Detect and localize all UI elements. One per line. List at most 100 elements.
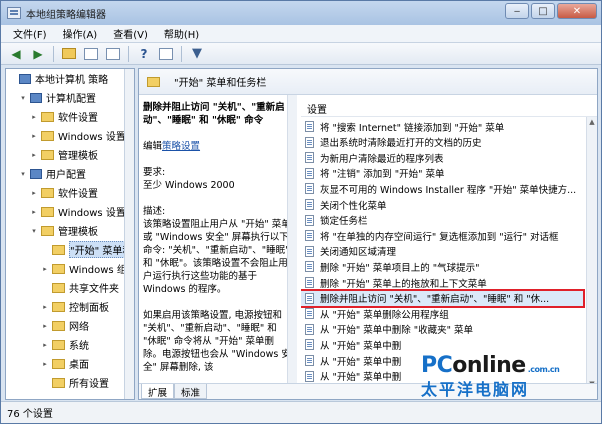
expand-toggle-icon[interactable]: ▸ [30,208,38,216]
expand-toggle-icon[interactable] [8,75,16,83]
export-icon[interactable] [104,45,122,63]
show-hide-tree-icon[interactable] [82,45,100,63]
folder-icon [52,377,65,388]
maximize-button[interactable]: □ [531,3,555,19]
tab-extended[interactable]: 扩展 [141,384,175,399]
setting-row[interactable]: 将 "搜索 Internet" 链接添加到 "开始" 菜单 [301,119,583,134]
tree-item[interactable]: ▾ 计算机配置 [19,90,96,105]
expand-toggle-icon[interactable]: ▸ [41,265,49,273]
expand-toggle-icon[interactable]: ▾ [19,94,27,102]
folder-icon [41,206,54,217]
watermark-domain: .com.cn [527,365,560,374]
tree-item[interactable]: ▸ 软件设置 [30,185,98,200]
setting-row[interactable]: 删除 "开始" 菜单项目上的 "气球提示" [301,259,583,274]
setting-row[interactable]: 关闭通知区域清理 [301,244,583,259]
settings-scrollbar[interactable]: ▲ ▼ [586,117,597,389]
tree-item[interactable]: ▸ 软件设置 [30,109,98,124]
tree-item[interactable]: ▸ 控制面板 [41,299,109,314]
expand-toggle-icon[interactable]: ▸ [41,360,49,368]
expand-toggle-icon[interactable]: ▸ [30,189,38,197]
setting-row[interactable]: 退出系统时清除最近打开的文档的历史 [301,135,583,150]
properties-icon[interactable] [157,45,175,63]
setting-row[interactable]: 删除 "开始" 菜单上的拖放和上下文菜单 [301,275,583,290]
tree-pane[interactable]: 本地计算机 策略 ▾ 计算机配置 ▸ 软件设置 ▸ Windows 设置 ▸ 管理模板 ▾ 用户配置… [5,68,135,400]
tree-item-label: 计算机配置 [46,94,96,105]
folder-icon [41,149,54,160]
setting-label: 将 "注销" 添加到 "开始" 菜单 [320,169,445,181]
policy-setting-icon [305,230,314,242]
setting-label: 从 "开始" 菜单删除公用程序组 [320,309,449,321]
tree-item[interactable]: ▸ Windows 设置 [30,128,126,143]
tree-item[interactable]: 所有设置 [41,375,109,390]
expand-toggle-icon[interactable]: ▾ [19,170,27,178]
details-pane: "开始" 菜单和任务栏 删除并阻止访问 "关机"、"重新启动"、"睡眠" 和 "… [138,68,598,400]
tree-item[interactable]: ▸ 管理模板 [30,147,98,162]
menu-action[interactable]: 操作(A) [55,26,106,41]
setting-row[interactable]: 锁定任务栏 [301,213,583,228]
watermark-logo: PConline .com.cn 太平洋电脑网 [421,353,601,417]
tree-scrollbar[interactable] [124,69,134,399]
expand-toggle-icon[interactable]: ▾ [30,227,38,235]
tree-item[interactable]: 本地计算机 策略 [8,71,108,86]
forward-icon[interactable]: ▶ [29,45,47,63]
tree-item[interactable]: "开始" 菜单和任 [41,241,134,258]
expand-toggle-icon[interactable] [41,379,49,387]
policy-setting-icon [305,183,314,195]
window-controls: ‒ □ ✕ [505,3,597,19]
expand-toggle-icon[interactable] [41,246,49,254]
minimize-button[interactable]: ‒ [505,3,529,19]
computer-icon [19,73,31,84]
menu-help[interactable]: 帮助(H) [156,26,207,41]
filter-icon[interactable]: ▼ [188,45,206,63]
up-folder-icon[interactable] [60,45,78,63]
tab-standard[interactable]: 标准 [174,384,208,399]
back-icon[interactable]: ◀ [7,45,25,63]
tree-item[interactable]: ▾ 用户配置 [19,166,86,181]
tree-item[interactable]: ▾ 管理模板 [30,223,98,238]
tree-item[interactable]: 共享文件夹 [41,280,119,295]
policy-setting-icon [305,370,314,382]
menu-view[interactable]: 查看(V) [105,26,156,41]
policy-setting-icon [305,323,314,335]
edit-policy-link[interactable]: 策略设置 [162,141,200,152]
help-icon[interactable]: ? [135,45,153,63]
setting-label: 为新用户清除最近的程序列表 [320,153,444,165]
tree-item[interactable]: ▸ 网络 [41,318,89,333]
tree-item[interactable]: ▸ Windows 设置 [30,204,126,219]
tree-item-label: 管理模板 [58,227,98,238]
setting-row[interactable]: 关闭个性化菜单 [301,197,583,212]
setting-row[interactable]: 从 "开始" 菜单删除公用程序组 [301,306,583,321]
settings-column-header[interactable]: 设置 [301,101,597,117]
expand-toggle-icon[interactable]: ▸ [30,132,38,140]
policy-title: 删除并阻止访问 "关机"、"重新启动"、"睡眠" 和 "休眠" 命令 [143,102,285,126]
title-bar[interactable]: 本地组策略编辑器 ‒ □ ✕ [1,1,601,25]
setting-row[interactable]: 从 "开始" 菜单中删除 "收藏夹" 菜单 [301,322,583,337]
setting-row[interactable]: 将 "注销" 添加到 "开始" 菜单 [301,166,583,181]
setting-row[interactable]: 从 "开始" 菜单中删 [301,337,583,352]
expand-toggle-icon[interactable]: ▸ [30,151,38,159]
tree-item[interactable]: ▸ Windows 组件 [41,261,134,276]
folder-icon [41,187,54,198]
tree-item-label: 管理模板 [58,151,98,162]
description-block: 描述: 该策略设置阻止用户从 "开始" 菜单或 "Windows 安全" 屏幕执… [143,205,293,296]
policy-setting-icon [305,121,314,132]
expand-toggle-icon[interactable]: ▸ [30,113,38,121]
expand-toggle-icon[interactable]: ▸ [41,303,49,311]
tree-item[interactable]: ▸ 桌面 [41,356,89,371]
expand-toggle-icon[interactable]: ▸ [41,322,49,330]
scroll-up-icon[interactable]: ▲ [588,118,596,126]
close-button[interactable]: ✕ [557,3,597,19]
folder-icon [52,244,65,255]
setting-label: 将 "搜索 Internet" 链接添加到 "开始" 菜单 [320,122,505,134]
description-scrollbar[interactable] [287,95,297,391]
edit-prefix: 编辑 [143,141,163,152]
setting-row[interactable]: 删除并阻止访问 "关机"、"重新启动"、"睡眠" 和 "休... [301,288,585,308]
menu-file[interactable]: 文件(F) [5,26,55,41]
setting-row[interactable]: 灰显不可用的 Windows Installer 程序 "开始" 菜单快捷方..… [301,181,583,196]
expand-toggle-icon[interactable] [41,284,49,292]
tree-item[interactable]: ▸ 系统 [41,337,89,352]
setting-label: 从 "开始" 菜单中删 [320,356,402,368]
setting-row[interactable]: 为新用户清除最近的程序列表 [301,150,583,165]
setting-row[interactable]: 将 "在单独的内存空间运行" 复选框添加到 "运行" 对话框 [301,228,583,243]
expand-toggle-icon[interactable]: ▸ [41,341,49,349]
